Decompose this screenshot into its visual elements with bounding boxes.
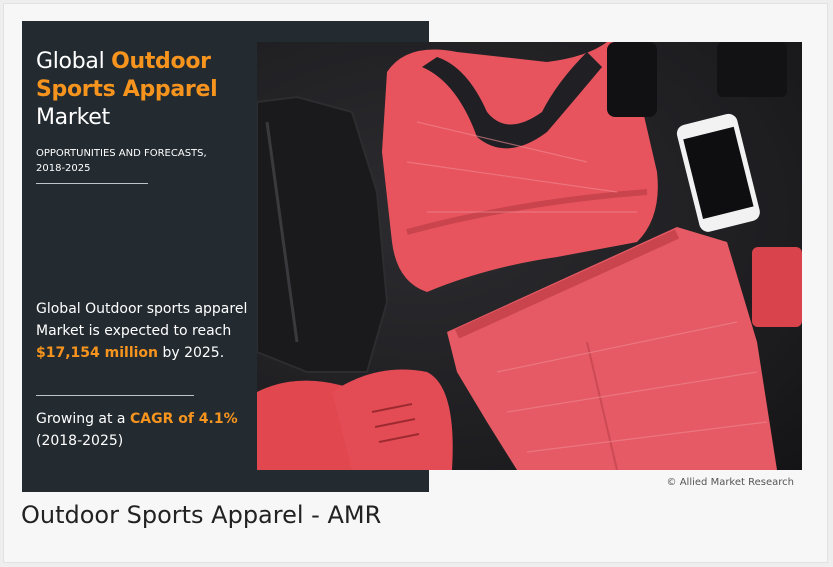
apparel-photo: [257, 42, 802, 470]
dark-item-top-right: [717, 42, 787, 97]
title-highlight-1: Outdoor: [111, 49, 211, 74]
copyright-notice: © Allied Market Research: [666, 477, 794, 488]
title-plain-2: Market: [36, 105, 110, 130]
red-accessory: [752, 247, 802, 327]
infographic-subtitle: OPPORTUNITIES AND FORECASTS, 2018-2025: [36, 146, 246, 176]
shoe-right-shape: [332, 369, 453, 470]
watch-strap: [607, 42, 657, 117]
subtitle-line-2: 2018-2025: [36, 163, 91, 174]
subtitle-line-1: OPPORTUNITIES AND FORECASTS,: [36, 148, 207, 159]
apparel-photo-illustration: [257, 42, 802, 470]
stat2-highlight: CAGR of 4.1%: [129, 411, 238, 427]
divider-2: [36, 395, 194, 396]
infographic-title: Global Outdoor Sports Apparel Market: [36, 48, 256, 132]
stat1-text-a: Global Outdoor sports apparel Market is …: [36, 301, 248, 339]
divider-1: [36, 183, 148, 184]
growth-statement: Growing at a CAGR of 4.1% (2018-2025): [36, 408, 251, 452]
title-plain: Global: [36, 49, 112, 74]
stat1-highlight: $17,154 million: [36, 345, 159, 361]
smartphone-shape: [676, 113, 760, 232]
market-size-statement: Global Outdoor sports apparel Market is …: [36, 298, 251, 364]
infographic-image[interactable]: Global Outdoor Sports Apparel Market OPPOR…: [22, 21, 802, 492]
image-card: Global Outdoor Sports Apparel Market OPPOR…: [3, 3, 828, 563]
stat1-text-b: by 2025.: [158, 345, 225, 361]
title-highlight-2: Sports Apparel: [36, 77, 218, 102]
image-caption[interactable]: Outdoor Sports Apparel - AMR: [21, 501, 381, 529]
black-jacket-shape: [257, 95, 389, 373]
stat2-text-b: (2018-2025): [36, 433, 124, 449]
stat2-text-a: Growing at a: [36, 411, 130, 427]
